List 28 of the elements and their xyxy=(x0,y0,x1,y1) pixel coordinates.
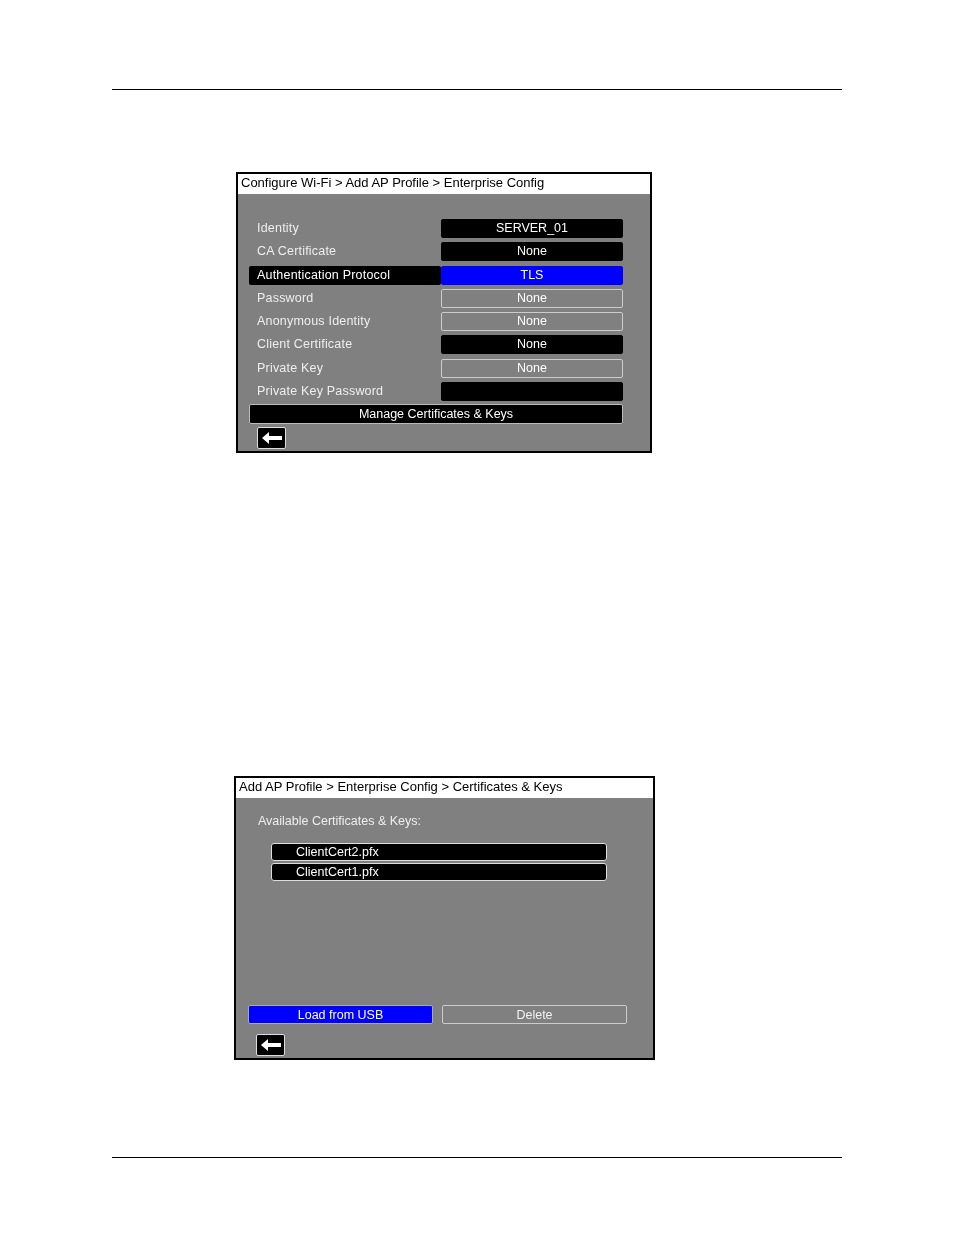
list-heading: Available Certificates & Keys: xyxy=(257,814,423,830)
settings-row[interactable]: CA Certificate None xyxy=(249,242,623,262)
field-label: CA Certificate xyxy=(256,243,338,261)
field-label: Client Certificate xyxy=(256,336,354,354)
value-field[interactable]: None xyxy=(441,335,623,355)
screen-title: Add AP Profile > Enterprise Config > Certificates & Keys xyxy=(236,778,653,798)
certificate-list-item[interactable]: ClientCert1.pfx xyxy=(271,863,607,881)
action-button[interactable]: Load from USB xyxy=(248,1005,433,1024)
manage-certificates-button[interactable]: Manage Certificates & Keys xyxy=(249,404,623,425)
settings-row[interactable]: Client Certificate None xyxy=(249,335,623,355)
field-label: Private Key Password xyxy=(256,383,385,401)
screen-title: Configure Wi-Fi > Add AP Profile > Enterprise Config xyxy=(238,174,650,194)
value-field[interactable]: TLS xyxy=(441,265,623,285)
back-arrow-icon xyxy=(260,1039,281,1051)
value-field[interactable]: SERVER_01 xyxy=(441,219,623,238)
settings-row[interactable]: Identity SERVER_01 xyxy=(249,219,623,238)
field-label: Anonymous Identity xyxy=(256,313,372,331)
certificate-list-item[interactable]: ClientCert2.pfx xyxy=(271,843,607,861)
back-button[interactable] xyxy=(257,427,286,450)
field-label: Authentication Protocol xyxy=(249,265,441,285)
back-button[interactable] xyxy=(256,1034,285,1056)
field-label: Password xyxy=(256,289,315,307)
field-label: Private Key xyxy=(256,359,325,377)
value-field[interactable] xyxy=(441,382,623,402)
field-label: Identity xyxy=(256,220,300,237)
settings-row[interactable]: Authentication Protocol TLS xyxy=(249,265,623,285)
back-arrow-icon xyxy=(261,432,282,445)
value-field[interactable]: None xyxy=(441,242,623,262)
